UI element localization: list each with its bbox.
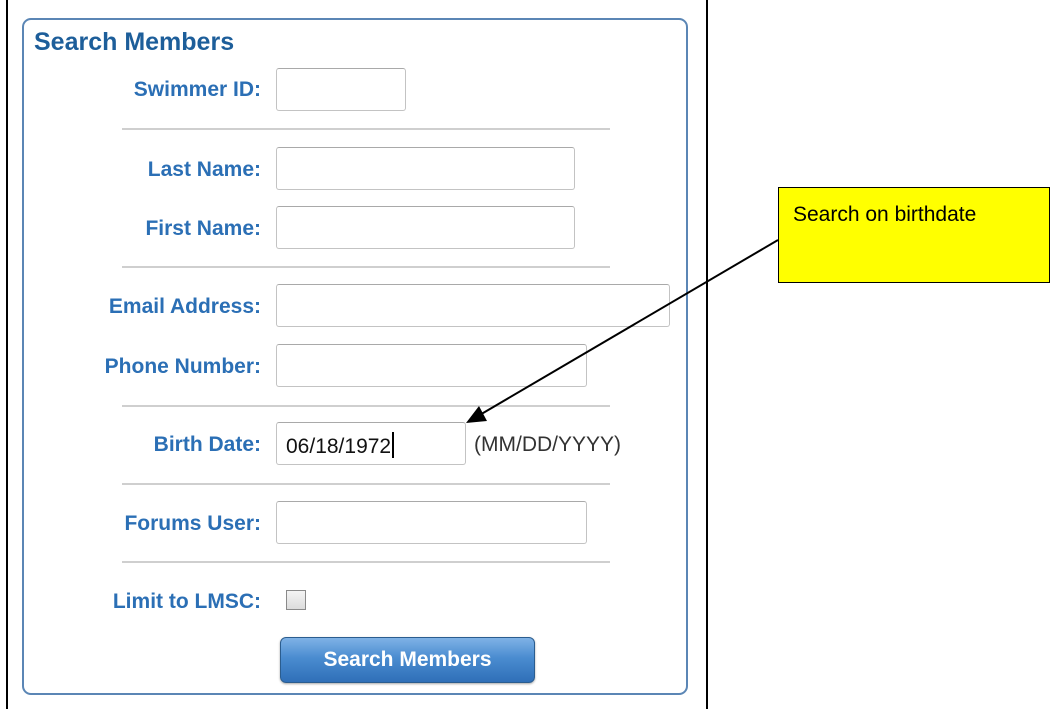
arrow-line [477,239,779,417]
arrow-head [466,406,487,423]
annotation-arrow [466,239,779,423]
